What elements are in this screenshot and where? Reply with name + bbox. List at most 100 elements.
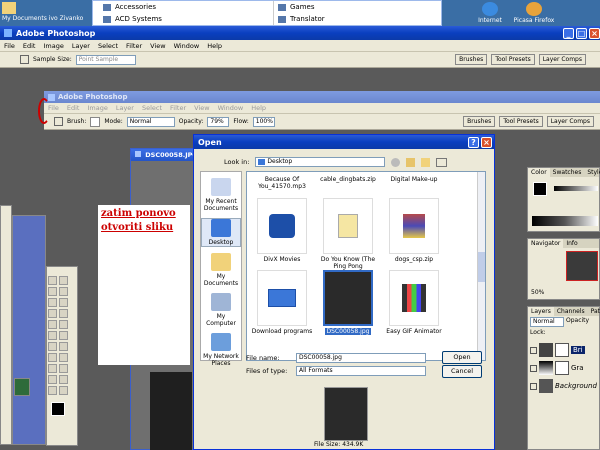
menu-edit[interactable]: Edit <box>19 42 40 50</box>
menu-select[interactable]: Select <box>94 42 122 50</box>
open-button[interactable]: Open <box>442 351 482 364</box>
start-menu-item[interactable]: Games <box>278 1 433 13</box>
maximize-icon[interactable]: □ <box>576 27 587 39</box>
file-item[interactable]: Download programs <box>251 270 313 335</box>
slice-tool-icon[interactable] <box>59 298 68 307</box>
eyedropper-tool-icon[interactable] <box>59 375 68 384</box>
blur-tool-icon[interactable] <box>48 342 57 351</box>
eye-icon[interactable] <box>530 382 537 390</box>
tab-layer-comps[interactable]: Layer Comps <box>546 116 594 127</box>
eye-icon[interactable] <box>530 364 537 372</box>
type-tool-icon[interactable] <box>59 353 68 362</box>
eraser-tool-icon[interactable] <box>48 331 57 340</box>
color-swatches[interactable] <box>533 182 547 196</box>
menu-window[interactable]: Window <box>170 42 204 50</box>
menu-select[interactable]: Select <box>138 104 166 112</box>
start-menu-item[interactable]: ACD Systems <box>103 13 263 25</box>
tab-brushes[interactable]: Brushes <box>463 116 496 127</box>
heal-tool-icon[interactable] <box>48 309 57 318</box>
file-item[interactable]: Because Of You_41570.mp3 <box>251 176 313 196</box>
look-in-select[interactable]: Desktop <box>255 157 386 167</box>
menu-view[interactable]: View <box>190 104 213 112</box>
menu-help[interactable]: Help <box>203 42 226 50</box>
up-folder-icon[interactable] <box>406 157 416 167</box>
tab-swatches[interactable]: Swatches <box>550 168 585 177</box>
history-tool-icon[interactable] <box>59 320 68 329</box>
menu-window[interactable]: Window <box>214 104 248 112</box>
file-name-input[interactable]: DSC00058.jpg <box>296 353 426 363</box>
notes-tool-icon[interactable] <box>48 375 57 384</box>
tab-navigator[interactable]: Navigator <box>528 239 564 248</box>
menu-layer[interactable]: Layer <box>112 104 138 112</box>
wand-tool-icon[interactable] <box>59 287 68 296</box>
tab-styles[interactable]: Style <box>584 168 600 177</box>
brush-tool-icon[interactable] <box>54 117 63 126</box>
menu-view[interactable]: View <box>146 42 169 50</box>
crop-tool-icon[interactable] <box>48 298 57 307</box>
brush-tool-icon[interactable] <box>59 309 68 318</box>
move-tool-icon[interactable] <box>59 276 68 285</box>
menu-file[interactable]: File <box>0 42 19 50</box>
green-swatch[interactable] <box>14 378 30 396</box>
desktop-icon-picasa[interactable]: Picasa Firefox <box>512 2 556 24</box>
tab-tool-presets[interactable]: Tool Presets <box>491 54 535 65</box>
menu-edit[interactable]: Edit <box>63 104 84 112</box>
photoshop-front-titlebar[interactable]: Adobe Photoshop <box>44 91 600 103</box>
desktop-icon-internet[interactable]: Internet <box>468 2 512 24</box>
new-folder-icon[interactable] <box>421 157 431 167</box>
tab-layer-comps[interactable]: Layer Comps <box>538 54 586 65</box>
eyedropper-icon[interactable] <box>20 55 29 64</box>
layer-row[interactable]: Background <box>528 377 599 395</box>
files-of-type-select[interactable]: All Formats <box>296 366 426 376</box>
start-menu-item[interactable]: Accessories <box>103 1 263 13</box>
place-my-documents[interactable]: My Documents <box>201 253 241 287</box>
zoom-field[interactable]: 50% <box>531 289 544 296</box>
color-slider[interactable] <box>554 186 598 191</box>
file-item[interactable]: Easy GIF Animator <box>383 270 445 335</box>
document-titlebar[interactable]: DSC00058.JPG <box>131 149 199 161</box>
lasso-tool-icon[interactable] <box>48 287 57 296</box>
tab-layers[interactable]: Layers <box>528 307 554 316</box>
minimize-icon[interactable]: _ <box>563 27 574 39</box>
eye-icon[interactable] <box>530 346 537 354</box>
cancel-button[interactable]: Cancel <box>442 365 482 378</box>
menu-help[interactable]: Help <box>247 104 270 112</box>
tab-color[interactable]: Color <box>528 168 550 177</box>
sample-size-select[interactable]: Point Sample <box>75 54 136 65</box>
file-list-scrollbar[interactable] <box>477 172 485 360</box>
opacity-field[interactable]: 79% <box>207 116 230 127</box>
start-menu-item[interactable]: Translator <box>278 13 433 25</box>
tab-paths[interactable]: Path <box>588 307 600 316</box>
place-recent-documents[interactable]: My Recent Documents <box>201 178 241 212</box>
zoom-tool-icon[interactable] <box>59 386 68 395</box>
back-icon[interactable] <box>391 157 401 167</box>
tab-tool-presets[interactable]: Tool Presets <box>499 116 543 127</box>
path-tool-icon[interactable] <box>48 353 57 362</box>
tab-channels[interactable]: Channels <box>554 307 588 316</box>
mode-select[interactable]: Normal <box>126 116 175 127</box>
open-dialog-titlebar[interactable]: Open ? × <box>194 135 494 149</box>
place-desktop[interactable]: Desktop <box>201 218 241 247</box>
blend-mode-select[interactable]: Normal <box>530 317 564 327</box>
photoshop-back-titlebar[interactable]: Adobe Photoshop _ □ × <box>0 26 600 40</box>
file-list[interactable]: Because Of You_41570.mp3 cable_dingbats.… <box>246 171 486 361</box>
file-item[interactable]: cable_dingbats.zip <box>317 176 379 196</box>
tab-info[interactable]: Info <box>563 239 580 248</box>
brush-preview-icon[interactable] <box>90 116 101 127</box>
file-item[interactable]: Digital Make-up <box>383 176 445 196</box>
pen-tool-icon[interactable] <box>48 364 57 373</box>
scrollbar-thumb[interactable] <box>478 252 485 282</box>
menu-image[interactable]: Image <box>83 104 111 112</box>
layer-row[interactable]: Gra <box>528 359 599 377</box>
flow-field[interactable]: 100% <box>252 116 275 127</box>
place-my-computer[interactable]: My Computer <box>201 293 241 327</box>
color-ramp[interactable] <box>532 216 598 226</box>
navigator-thumbnail[interactable] <box>566 251 598 281</box>
menu-layer[interactable]: Layer <box>68 42 94 50</box>
close-icon[interactable]: × <box>589 27 600 39</box>
foreground-color-swatch[interactable] <box>51 402 65 416</box>
shape-tool-icon[interactable] <box>59 364 68 373</box>
view-menu-icon[interactable] <box>436 157 448 167</box>
file-item[interactable]: dogs_csp.zip <box>383 198 445 263</box>
place-network-places[interactable]: My Network Places <box>201 333 241 367</box>
